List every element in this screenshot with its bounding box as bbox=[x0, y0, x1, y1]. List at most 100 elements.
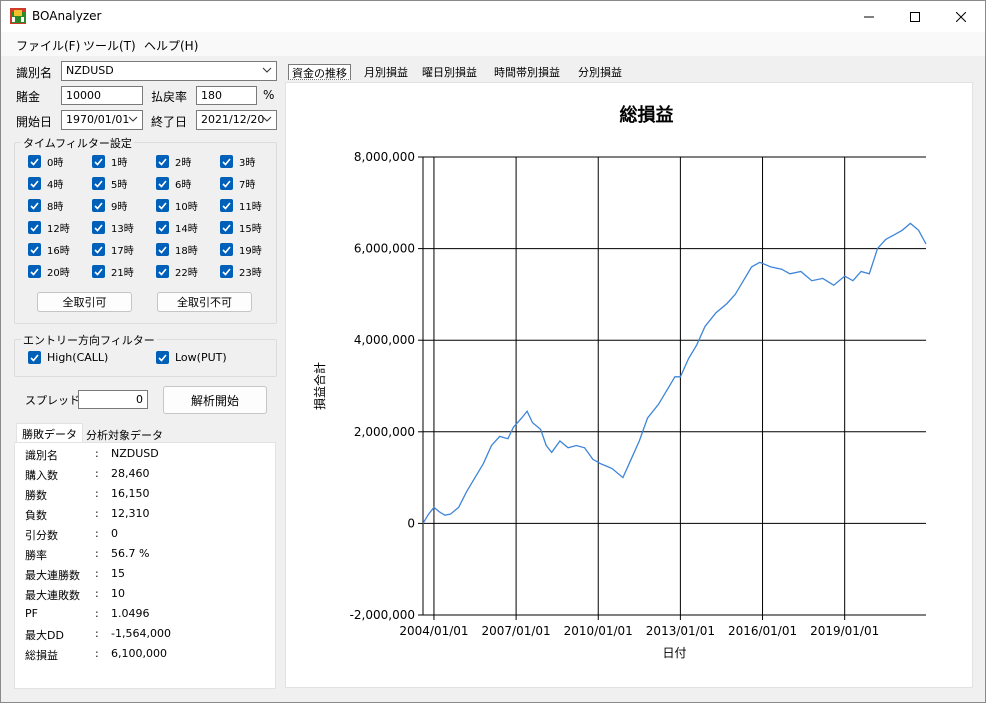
hour-checkbox-label: 19時 bbox=[239, 246, 262, 257]
hour-checkbox[interactable]: 11時 bbox=[220, 198, 262, 213]
hour-checkbox[interactable]: 7時 bbox=[220, 176, 255, 191]
deny-all-button[interactable]: 全取引不可 bbox=[157, 292, 252, 312]
hour-checkbox[interactable]: 8時 bbox=[28, 198, 63, 213]
end-date-picker[interactable]: 2021/12/20 bbox=[196, 110, 277, 130]
hour-checkbox[interactable]: 18時 bbox=[156, 242, 198, 257]
hour-checkbox[interactable]: 2時 bbox=[156, 154, 191, 169]
hour-checkbox-label: 11時 bbox=[239, 202, 262, 213]
minimize-button[interactable] bbox=[846, 1, 892, 32]
menu-help[interactable]: ヘルプ(H) bbox=[144, 37, 198, 54]
hour-checkbox[interactable]: 9時 bbox=[92, 198, 127, 213]
hour-checkbox[interactable]: 3時 bbox=[220, 154, 255, 169]
hour-checkbox-label: 23時 bbox=[239, 268, 262, 279]
x-tick-label: 2004/01/01 bbox=[399, 624, 468, 638]
chart-tab[interactable]: 時間帯別損益 bbox=[491, 64, 563, 80]
title-bar: BOAnalyzer bbox=[1, 1, 985, 32]
payout-label: 払戻率 bbox=[151, 90, 188, 104]
stat-key: 勝数 bbox=[25, 489, 47, 502]
chart-tab[interactable]: 月別損益 bbox=[361, 64, 411, 80]
stat-value: 28,460 bbox=[111, 467, 150, 480]
symbol-value: NZDUSD bbox=[66, 64, 114, 77]
payout-input[interactable]: 180 bbox=[196, 86, 257, 105]
hour-checkbox[interactable]: 0時 bbox=[28, 154, 63, 169]
low-put-checkbox[interactable]: Low(PUT) bbox=[156, 351, 227, 364]
stat-value: 15 bbox=[111, 567, 125, 580]
maximize-button[interactable] bbox=[892, 1, 938, 32]
low-put-label: Low(PUT) bbox=[175, 351, 227, 364]
hour-checkbox[interactable]: 19時 bbox=[220, 242, 262, 257]
allow-all-button[interactable]: 全取引可 bbox=[37, 292, 132, 312]
hour-checkbox[interactable]: 10時 bbox=[156, 198, 198, 213]
x-tick-label: 2016/01/01 bbox=[728, 624, 797, 638]
stat-key: 勝率 bbox=[25, 549, 47, 562]
hour-checkbox[interactable]: 13時 bbox=[92, 220, 134, 235]
y-tick-label: -2,000,000 bbox=[350, 608, 415, 622]
checkmark-icon bbox=[158, 224, 167, 232]
symbol-combo[interactable]: NZDUSD bbox=[61, 61, 277, 81]
menu-file[interactable]: ファイル(F) bbox=[16, 37, 80, 54]
stat-key: 総損益 bbox=[25, 649, 58, 662]
stat-separator: : bbox=[95, 567, 99, 580]
spread-value: 0 bbox=[136, 393, 143, 406]
y-tick-label: 8,000,000 bbox=[354, 150, 415, 164]
stat-key: 購入数 bbox=[25, 469, 58, 482]
start-date-label: 開始日 bbox=[16, 115, 53, 129]
close-button[interactable] bbox=[938, 1, 984, 32]
checkmark-icon bbox=[30, 224, 39, 232]
hour-checkbox-label: 6時 bbox=[175, 180, 192, 191]
checkmark-icon bbox=[222, 268, 231, 276]
checkmark-icon bbox=[30, 268, 39, 276]
equity-chart: 総損益 8,000,000 6,000,000 4,000,000 2,000,000 0… bbox=[312, 104, 927, 660]
start-analysis-button[interactable]: 解析開始 bbox=[163, 386, 267, 414]
hour-checkbox[interactable]: 12時 bbox=[28, 220, 70, 235]
hour-checkbox[interactable]: 22時 bbox=[156, 264, 198, 279]
y-tick-label: 2,000,000 bbox=[354, 425, 415, 439]
app-window: BOAnalyzer ファイル(F) ツール(T) ヘルプ(H) 識別名 NZD… bbox=[0, 0, 986, 703]
spread-label: スプレッド bbox=[25, 394, 80, 407]
hour-checkbox[interactable]: 23時 bbox=[220, 264, 262, 279]
high-call-checkbox[interactable]: High(CALL) bbox=[28, 351, 108, 364]
hour-checkbox-label: 21時 bbox=[111, 268, 134, 279]
y-tick-label: 4,000,000 bbox=[354, 333, 415, 347]
close-icon bbox=[956, 11, 966, 22]
x-tick-label: 2019/01/01 bbox=[810, 624, 879, 638]
hour-checkbox[interactable]: 4時 bbox=[28, 176, 63, 191]
hour-checkbox[interactable]: 15時 bbox=[220, 220, 262, 235]
menu-tools[interactable]: ツール(T) bbox=[83, 37, 136, 54]
hour-checkbox[interactable]: 16時 bbox=[28, 242, 70, 257]
spread-input[interactable]: 0 bbox=[78, 390, 148, 409]
checkmark-icon bbox=[222, 246, 231, 254]
stat-separator: : bbox=[95, 547, 99, 560]
checkmark-icon bbox=[158, 268, 167, 276]
hour-checkbox[interactable]: 14時 bbox=[156, 220, 198, 235]
chart-tab[interactable]: 分別損益 bbox=[575, 64, 625, 80]
hour-checkbox-label: 20時 bbox=[47, 268, 70, 279]
tab-result-data[interactable]: 勝敗データ bbox=[16, 423, 83, 442]
start-date-picker[interactable]: 1970/01/01 bbox=[61, 110, 143, 130]
hour-checkbox[interactable]: 1時 bbox=[92, 154, 127, 169]
end-date-label: 終了日 bbox=[151, 115, 188, 129]
checkmark-icon bbox=[222, 224, 231, 232]
hour-checkbox-label: 0時 bbox=[47, 158, 64, 169]
hour-checkbox[interactable]: 6時 bbox=[156, 176, 191, 191]
tab-source-data[interactable]: 分析対象データ bbox=[86, 427, 163, 443]
stake-input[interactable]: 10000 bbox=[61, 86, 143, 105]
chevron-down-icon bbox=[128, 116, 138, 122]
hour-checkbox[interactable]: 17時 bbox=[92, 242, 134, 257]
chart-panel: 総損益 8,000,000 6,000,000 4,000,000 2,000,000 0… bbox=[285, 82, 973, 688]
checkmark-icon bbox=[94, 158, 103, 166]
y-axis-label: 損益合計 bbox=[312, 362, 327, 410]
chart-title: 総損益 bbox=[620, 104, 674, 126]
stat-key: 引分数 bbox=[25, 529, 58, 542]
hour-checkbox[interactable]: 20時 bbox=[28, 264, 70, 279]
y-tick-label: 0 bbox=[407, 516, 415, 530]
hour-checkbox[interactable]: 5時 bbox=[92, 176, 127, 191]
checkmark-icon bbox=[158, 246, 167, 254]
hour-checkbox[interactable]: 21時 bbox=[92, 264, 134, 279]
hour-checkbox-label: 10時 bbox=[175, 202, 198, 213]
stat-separator: : bbox=[95, 627, 99, 640]
chart-tab[interactable]: 曜日別損益 bbox=[419, 64, 480, 80]
symbol-label: 識別名 bbox=[16, 66, 53, 80]
chart-tab[interactable]: 資金の推移 bbox=[288, 64, 351, 80]
checkmark-icon bbox=[30, 246, 39, 254]
